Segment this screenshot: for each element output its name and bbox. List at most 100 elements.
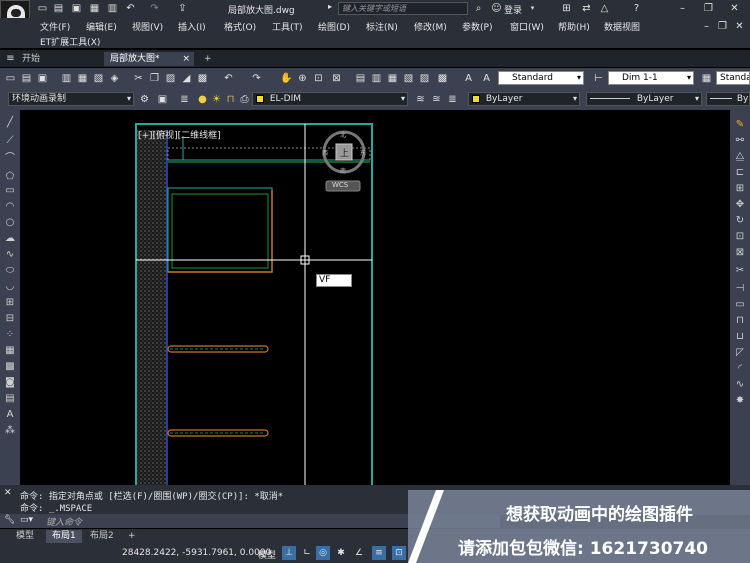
cmd-prompt-icon[interactable]: ▭▾ <box>20 515 33 525</box>
gear-icon[interactable]: ⚙ <box>138 93 151 106</box>
dynamic-input-box[interactable]: VF <box>316 274 352 287</box>
menu-parametric[interactable]: 参数(P) <box>462 20 492 33</box>
cart-icon[interactable]: ⊞ <box>560 2 573 15</box>
redo-icon-2[interactable]: ↷ <box>250 72 263 85</box>
exchange-icon[interactable]: ⇄ <box>580 2 593 15</box>
close-icon[interactable]: ✕ <box>728 2 741 15</box>
polyline-icon[interactable]: ⌒ <box>3 152 17 166</box>
construction-line-icon[interactable]: ⟋ <box>3 134 17 148</box>
snap-icon[interactable]: ∟ <box>300 546 314 560</box>
save-as-icon[interactable]: ▦ <box>88 2 101 15</box>
pan-icon[interactable]: ✋ <box>280 72 293 85</box>
publish-icon[interactable]: ▧ <box>92 72 105 85</box>
cut-icon[interactable]: ✂ <box>132 72 145 85</box>
menu-et-tools[interactable]: ET扩展工具(X) <box>40 35 100 48</box>
revcloud-icon[interactable]: ☁ <box>3 232 17 246</box>
polygon-icon[interactable]: ⬠ <box>3 170 17 184</box>
ellipse-arc-icon[interactable]: ◡ <box>3 280 17 294</box>
scale-icon[interactable]: ⊡ <box>733 230 747 244</box>
preview-icon[interactable]: ▦ <box>76 72 89 85</box>
user-icon[interactable]: ☺ <box>490 2 503 15</box>
3d-icon[interactable]: ◈ <box>108 72 121 85</box>
dim-style-icon[interactable]: ⊢ <box>592 72 605 85</box>
menu-data-view[interactable]: 数据视图 <box>604 20 640 33</box>
doc-minimize-icon[interactable]: – <box>700 20 713 33</box>
print-icon-2[interactable]: ▥ <box>60 72 73 85</box>
share-icon[interactable]: ⇪ <box>176 2 189 15</box>
mtext-icon[interactable]: A <box>3 408 17 422</box>
join-icon[interactable]: ⊔ <box>733 330 747 344</box>
tab-start[interactable]: 开始 <box>16 52 46 66</box>
layer-state-icon[interactable]: ≣ <box>446 93 459 106</box>
move-icon[interactable]: ✥ <box>733 198 747 212</box>
grid-icon[interactable]: ⊥ <box>282 546 296 560</box>
compass-west[interactable]: 西 <box>322 148 328 157</box>
color-select[interactable]: ByLayer ▾ <box>468 92 580 106</box>
text-style-select[interactable]: Standard ▾ <box>498 71 584 85</box>
copy-object-icon[interactable]: ⚯ <box>733 134 747 148</box>
stretch-icon[interactable]: ⊠ <box>733 246 747 260</box>
sheet-set-icon[interactable]: ▧ <box>402 72 415 85</box>
wrench-icon[interactable]: 🔧︎ <box>4 515 15 525</box>
coordinates-display[interactable]: 28428.2422, -5931.7961, 0.0000 <box>122 548 271 558</box>
design-center-icon[interactable]: ▥ <box>370 72 383 85</box>
wcs-label[interactable]: WCS <box>332 181 348 189</box>
redo-icon[interactable]: ↷ <box>148 2 161 15</box>
layer-previous-icon[interactable]: ≊ <box>430 93 443 106</box>
plot-icon[interactable]: ⎙ <box>238 93 251 106</box>
doc-close-icon[interactable]: ✕ <box>733 20 746 33</box>
erase-icon[interactable]: ✎ <box>733 118 747 132</box>
polar-icon[interactable]: ◎ <box>316 546 330 560</box>
point-icon[interactable]: ⁘ <box>3 328 17 342</box>
circle-icon[interactable]: ○ <box>3 216 17 230</box>
zoom-window-icon[interactable]: ⊡ <box>312 72 325 85</box>
lineweight-select[interactable]: By <box>706 92 750 106</box>
compass-east[interactable]: 东 <box>360 148 366 157</box>
menu-modify[interactable]: 修改(M) <box>414 20 447 33</box>
bulb-icon[interactable]: ● <box>196 93 209 106</box>
workspace-select[interactable]: 环境动画录制 ▾ <box>8 92 134 106</box>
layer-props-icon[interactable]: ≣ <box>178 93 191 106</box>
line-icon[interactable]: ╱ <box>3 116 17 130</box>
print-icon[interactable]: ▥ <box>106 2 119 15</box>
menu-file[interactable]: 文件(F) <box>40 20 70 33</box>
osnap-icon[interactable]: ✱ <box>334 546 348 560</box>
menu-insert[interactable]: 插入(I) <box>178 20 206 33</box>
drawing-canvas[interactable]: [+][俯视][二维线框] 上 北 南 东 西 WCS VF <box>20 110 730 485</box>
doc-restore-icon[interactable]: ❐ <box>716 20 729 33</box>
tab-layout1[interactable]: 布局1 <box>46 530 82 543</box>
zoom-previous-icon[interactable]: ⊠ <box>330 72 343 85</box>
block-icon[interactable]: ▩ <box>196 72 209 85</box>
compass-south[interactable]: 南 <box>340 166 346 175</box>
rectangle-icon[interactable]: ▭ <box>3 184 17 198</box>
dim-style-select[interactable]: Dim 1-1 ▾ <box>608 71 694 85</box>
menu-view[interactable]: 视图(V) <box>132 20 163 33</box>
chamfer-icon[interactable]: ◸ <box>733 346 747 360</box>
region-icon[interactable]: ◙ <box>3 376 17 390</box>
spline-icon[interactable]: ∿ <box>3 248 17 262</box>
mirror-icon[interactable]: ⧋ <box>733 150 747 164</box>
fillet-icon[interactable]: ◜ <box>733 362 747 376</box>
offset-icon[interactable]: ⊏ <box>733 166 747 180</box>
menu-window[interactable]: 窗口(W) <box>510 20 544 33</box>
match-prop-icon[interactable]: ◢ <box>180 72 193 85</box>
search-input[interactable]: 键入关键字或短语 <box>338 2 468 15</box>
new-icon[interactable]: ▭ <box>4 72 17 85</box>
save-icon[interactable]: ▣ <box>70 2 83 15</box>
break-icon[interactable]: ⊓ <box>733 314 747 328</box>
new-tab-button[interactable]: + <box>198 52 218 66</box>
cmd-close-icon[interactable]: ✕ <box>4 488 12 498</box>
make-current-icon[interactable]: ≋ <box>414 93 427 106</box>
help-icon[interactable]: ? <box>630 2 643 15</box>
text-style-edit-icon[interactable]: A <box>480 72 493 85</box>
minimize-icon[interactable]: – <box>676 2 689 15</box>
otrack-icon[interactable]: ∠ <box>352 546 366 560</box>
zoom-realtime-icon[interactable]: ⊕ <box>296 72 309 85</box>
menu-help[interactable]: 帮助(H) <box>558 20 590 33</box>
open-file-icon[interactable]: ▤ <box>52 2 65 15</box>
break-point-icon[interactable]: ▭ <box>733 298 747 312</box>
dropdown-icon[interactable]: ▾ <box>526 2 539 15</box>
layer-select[interactable]: EL-DIM ▾ <box>252 92 408 106</box>
explode-icon[interactable]: ✸ <box>733 394 747 408</box>
tab-close-icon[interactable]: × <box>182 52 190 66</box>
